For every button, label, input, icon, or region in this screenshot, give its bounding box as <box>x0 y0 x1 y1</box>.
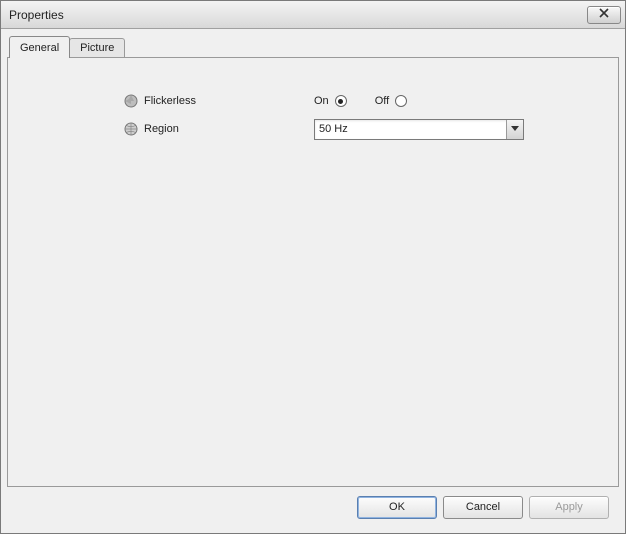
titlebar[interactable]: Properties <box>1 1 625 29</box>
cancel-button[interactable]: Cancel <box>443 496 523 519</box>
flickerless-label: Flickerless <box>144 95 314 107</box>
tab-label: Picture <box>80 42 114 54</box>
tab-general[interactable]: General <box>9 36 70 58</box>
row-flickerless: Flickerless On Off <box>118 88 598 114</box>
content-area: General Picture Flickerless On <box>1 29 625 533</box>
radio-on-label: On <box>314 95 329 107</box>
button-label: OK <box>389 501 405 513</box>
button-label: Apply <box>555 501 583 513</box>
region-select-button[interactable] <box>506 120 523 139</box>
button-bar: OK Cancel Apply <box>7 487 619 527</box>
aperture-icon <box>124 94 138 108</box>
button-label: Cancel <box>466 501 500 513</box>
close-icon <box>598 8 610 21</box>
window-title: Properties <box>9 8 64 22</box>
ok-button[interactable]: OK <box>357 496 437 519</box>
tab-picture[interactable]: Picture <box>69 38 125 57</box>
close-button[interactable] <box>587 6 621 24</box>
tab-panel-general: Flickerless On Off Region <box>7 57 619 487</box>
flickerless-radio-group: On Off <box>314 95 435 107</box>
radio-off-label: Off <box>375 95 389 107</box>
properties-dialog: Properties General Picture <box>0 0 626 534</box>
tab-label: General <box>20 42 59 54</box>
radio-off[interactable] <box>395 95 407 107</box>
row-region: Region 50 Hz <box>118 116 598 142</box>
globe-icon <box>124 122 138 136</box>
region-label: Region <box>144 123 314 135</box>
form-area: Flickerless On Off Region <box>28 78 598 142</box>
chevron-down-icon <box>511 123 519 135</box>
radio-on[interactable] <box>335 95 347 107</box>
apply-button: Apply <box>529 496 609 519</box>
region-select[interactable]: 50 Hz <box>314 119 524 140</box>
tab-bar: General Picture <box>7 35 619 57</box>
region-select-value: 50 Hz <box>319 123 348 135</box>
